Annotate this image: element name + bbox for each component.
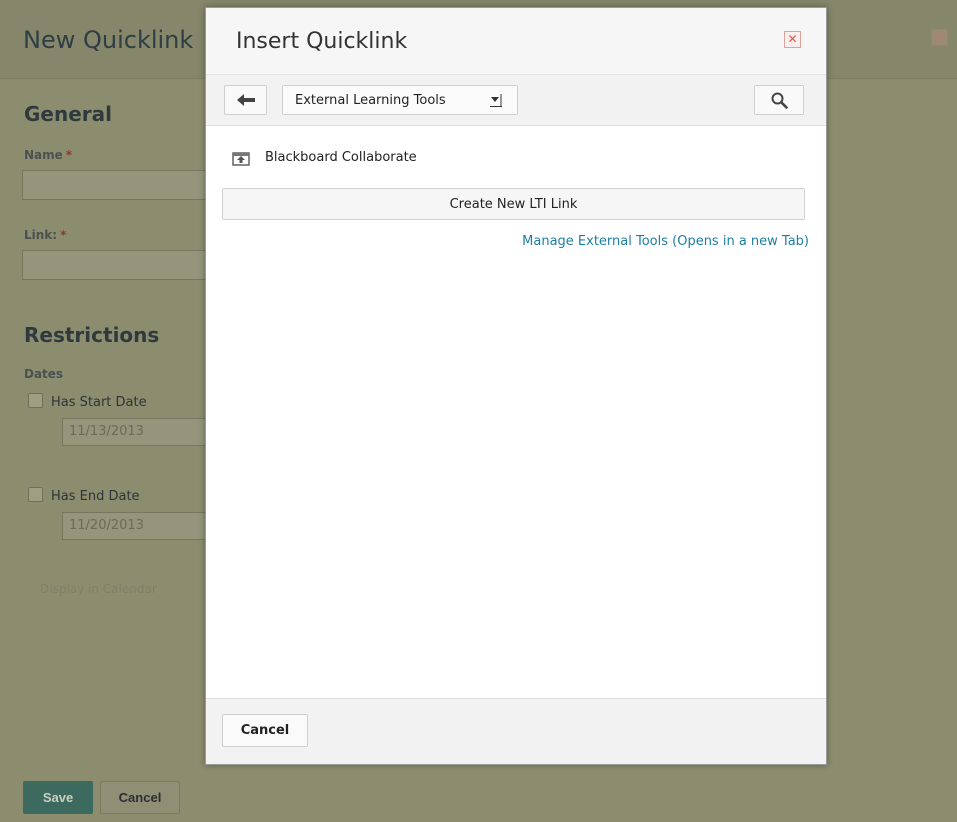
category-select-value: External Learning Tools <box>295 93 446 108</box>
dropdown-arrow-icon <box>490 94 502 107</box>
manage-external-tools-link[interactable]: Manage External Tools (Opens in a new Ta… <box>522 234 809 249</box>
has-start-date-row: Has Start Date <box>28 393 147 410</box>
restrictions-heading: Restrictions <box>24 323 160 347</box>
search-icon <box>771 92 788 109</box>
insert-quicklink-dialog: Insert Quicklink ✕ External Learning Too… <box>205 7 827 765</box>
name-label: Name * <box>24 148 73 162</box>
tool-item-label: Blackboard Collaborate <box>265 150 417 165</box>
background-save-button: Save <box>23 781 93 814</box>
category-select[interactable]: External Learning Tools <box>282 85 518 115</box>
cancel-button[interactable]: Cancel <box>222 714 308 747</box>
link-input <box>22 250 222 280</box>
background-page-title: New Quicklink <box>23 26 194 54</box>
back-button[interactable] <box>224 85 267 115</box>
external-tool-icon <box>232 152 250 166</box>
arrow-left-icon <box>237 94 255 106</box>
dialog-title: Insert Quicklink <box>236 29 408 54</box>
has-end-date-checkbox <box>28 487 43 502</box>
search-button[interactable] <box>754 85 804 115</box>
display-in-calendar-label: Display in Calendar <box>40 582 157 596</box>
link-label: Link: * <box>24 228 67 242</box>
has-end-date-label: Has End Date <box>51 489 140 504</box>
dates-label: Dates <box>24 367 64 381</box>
dialog-toolbar: External Learning Tools <box>206 74 826 126</box>
general-heading: General <box>24 102 112 126</box>
create-new-lti-link-button[interactable]: Create New LTI Link <box>222 188 805 220</box>
background-cancel-button: Cancel <box>100 781 180 814</box>
dialog-footer: Cancel <box>206 698 826 764</box>
background-close-icon: ✕ <box>931 29 948 46</box>
has-start-date-label: Has Start Date <box>51 395 147 410</box>
end-date-input: 11/20/2013 <box>62 512 212 540</box>
dialog-header: Insert Quicklink ✕ <box>206 8 826 74</box>
name-input <box>22 170 222 200</box>
has-end-date-row: Has End Date <box>28 487 140 504</box>
has-start-date-checkbox <box>28 393 43 408</box>
close-icon[interactable]: ✕ <box>784 31 801 48</box>
start-date-input: 11/13/2013 <box>62 418 212 446</box>
